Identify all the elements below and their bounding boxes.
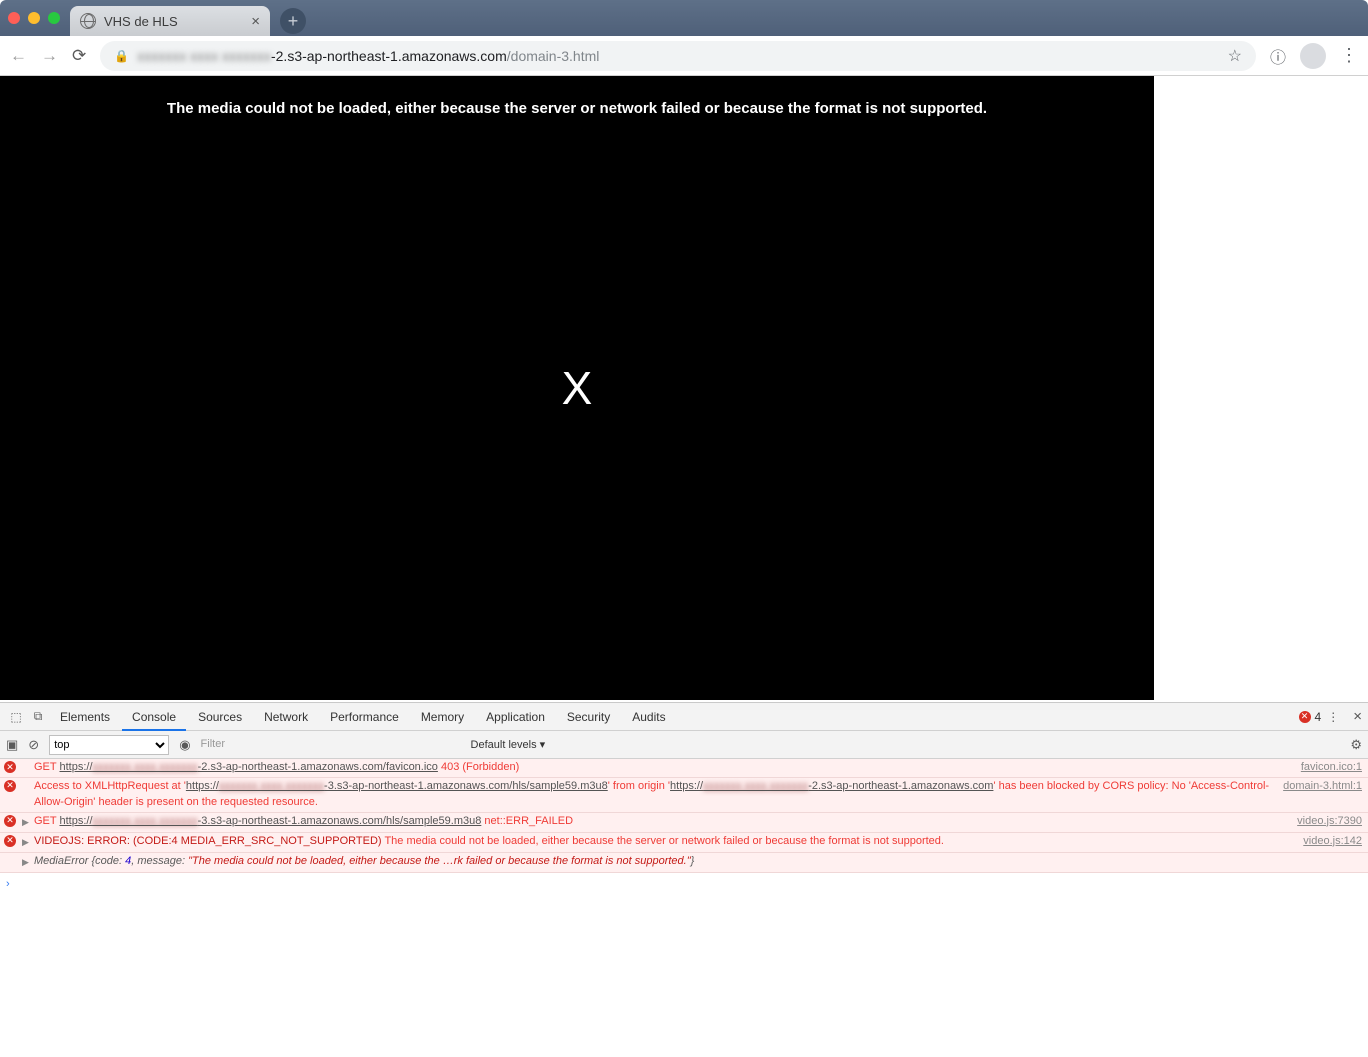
devtools-menu-icon[interactable]: ⋮ — [1323, 710, 1343, 724]
error-icon: ✕ — [4, 835, 16, 847]
expand-icon[interactable]: ▶ — [22, 837, 29, 847]
error-object: MediaError {code: 4, message: "The media… — [34, 854, 1362, 871]
device-toolbar-icon[interactable]: ⧉ — [28, 709, 48, 724]
devtools-tab-security[interactable]: Security — [557, 703, 620, 731]
back-button[interactable]: ← — [10, 46, 27, 66]
source-link[interactable]: domain-3.html:1 — [1283, 779, 1362, 811]
console-filter-input[interactable] — [201, 735, 461, 755]
origin-url[interactable]: https://xxxxxxx xxxx xxxxxxx-2.s3-ap-nor… — [670, 780, 993, 792]
window-controls — [8, 12, 60, 24]
error-count-badge[interactable]: ✕ 4 — [1299, 710, 1322, 724]
player-error-message: The media could not be loaded, either be… — [0, 100, 1154, 117]
console-error-row[interactable]: ✕ ▶ VIDEOJS: ERROR: (CODE:4 MEDIA_ERR_SR… — [0, 833, 1368, 853]
eye-icon[interactable]: ◉ — [179, 737, 190, 753]
console-prompt[interactable]: › — [0, 873, 1368, 897]
address-bar[interactable]: 🔒 xxxxxxx xxxx xxxxxxx -2.s3-ap-northeas… — [100, 41, 1256, 71]
tab-close-button[interactable]: × — [251, 13, 260, 30]
console-error-row[interactable]: ▶ MediaError {code: 4, message: "The med… — [0, 853, 1368, 873]
console-sidebar-toggle-icon[interactable]: ▣ — [6, 737, 18, 753]
log-levels-dropdown[interactable]: Default levels ▾ — [471, 738, 546, 751]
devtools-close-button[interactable]: × — [1353, 708, 1362, 725]
source-link[interactable]: video.js:7390 — [1297, 814, 1362, 831]
source-link[interactable]: video.js:142 — [1303, 834, 1362, 851]
forward-button[interactable]: → — [41, 46, 58, 66]
window-maximize-button[interactable] — [48, 12, 60, 24]
http-status: 403 (Forbidden) — [441, 761, 519, 773]
globe-icon — [80, 13, 96, 29]
new-tab-button[interactable]: + — [280, 8, 306, 34]
player-error-icon: X — [562, 361, 593, 415]
lock-icon: 🔒 — [114, 49, 129, 63]
expand-icon[interactable]: ▶ — [22, 817, 29, 827]
console-error-row[interactable]: ✕ GET https://xxxxxxx xxxx xxxxxxx-2.s3-… — [0, 759, 1368, 778]
http-method: GET — [34, 815, 56, 827]
net-error: net::ERR_FAILED — [484, 815, 573, 827]
url-path: /domain-3.html — [507, 48, 600, 64]
devtools-tabbar: ⬚ ⧉ Elements Console Sources Network Per… — [0, 703, 1368, 731]
error-prefix: VIDEOJS: ERROR: (CODE:4 MEDIA_ERR_SRC_NO… — [34, 835, 384, 847]
request-url[interactable]: https://xxxxxxx xxxx xxxxxxx-3.s3-ap-nor… — [59, 815, 481, 827]
console-settings-icon[interactable]: ⚙ — [1350, 737, 1362, 753]
profile-avatar[interactable] — [1300, 43, 1326, 69]
request-url[interactable]: https://xxxxxxx xxxx xxxxxxx-2.s3-ap-nor… — [59, 761, 437, 773]
window-titlebar: VHS de HLS × + — [0, 0, 1368, 36]
browser-toolbar: ← → ⟳ 🔒 xxxxxxx xxxx xxxxxxx -2.s3-ap-no… — [0, 36, 1368, 76]
error-text: The media could not be loaded, either be… — [384, 835, 944, 847]
reload-button[interactable]: ⟳ — [72, 46, 86, 66]
window-minimize-button[interactable] — [28, 12, 40, 24]
devtools-panel: ⬚ ⧉ Elements Console Sources Network Per… — [0, 702, 1368, 897]
error-icon: ✕ — [1299, 711, 1311, 723]
browser-menu-button[interactable]: ⋮ — [1340, 45, 1358, 66]
devtools-tab-network[interactable]: Network — [254, 703, 318, 731]
bookmark-star-icon[interactable]: ☆ — [1228, 46, 1242, 66]
error-icon: ✕ — [4, 780, 16, 792]
error-icon: ✕ — [4, 815, 16, 827]
error-count: 4 — [1315, 710, 1322, 724]
devtools-tab-audits[interactable]: Audits — [622, 703, 675, 731]
devtools-tab-sources[interactable]: Sources — [188, 703, 252, 731]
source-link[interactable]: favicon.ico:1 — [1301, 760, 1362, 776]
site-info-icon[interactable]: ⓘ — [1270, 44, 1286, 68]
http-method: GET — [34, 761, 56, 773]
devtools-tab-memory[interactable]: Memory — [411, 703, 474, 731]
devtools-tab-console[interactable]: Console — [122, 703, 186, 731]
devtools-tab-performance[interactable]: Performance — [320, 703, 409, 731]
console-toolbar: ▣ ⊘ top ◉ Default levels ▾ ⚙ — [0, 731, 1368, 759]
console-error-row[interactable]: ✕ Access to XMLHttpRequest at 'https://x… — [0, 778, 1368, 813]
console-error-row[interactable]: ✕ ▶ GET https://xxxxxxx xxxx xxxxxxx-3.s… — [0, 813, 1368, 833]
inspect-element-icon[interactable]: ⬚ — [6, 710, 26, 724]
execution-context-select[interactable]: top — [49, 735, 169, 755]
prompt-caret-icon: › — [6, 877, 10, 893]
error-icon: ✕ — [4, 761, 16, 773]
page-viewport: The media could not be loaded, either be… — [0, 76, 1368, 702]
tab-title: VHS de HLS — [104, 14, 178, 29]
browser-tab[interactable]: VHS de HLS × — [70, 6, 270, 36]
video-player[interactable]: The media could not be loaded, either be… — [0, 76, 1154, 700]
url-obscured: xxxxxxx xxxx xxxxxxx — [137, 48, 271, 64]
window-close-button[interactable] — [8, 12, 20, 24]
devtools-tab-elements[interactable]: Elements — [50, 703, 120, 731]
clear-console-icon[interactable]: ⊘ — [28, 737, 39, 753]
expand-icon[interactable]: ▶ — [22, 857, 29, 867]
console-output: ✕ GET https://xxxxxxx xxxx xxxxxxx-2.s3-… — [0, 759, 1368, 897]
url-host: -2.s3-ap-northeast-1.amazonaws.com — [271, 48, 507, 64]
devtools-tab-application[interactable]: Application — [476, 703, 555, 731]
request-url[interactable]: https://xxxxxxx xxxx xxxxxxx-3.s3-ap-nor… — [186, 780, 608, 792]
